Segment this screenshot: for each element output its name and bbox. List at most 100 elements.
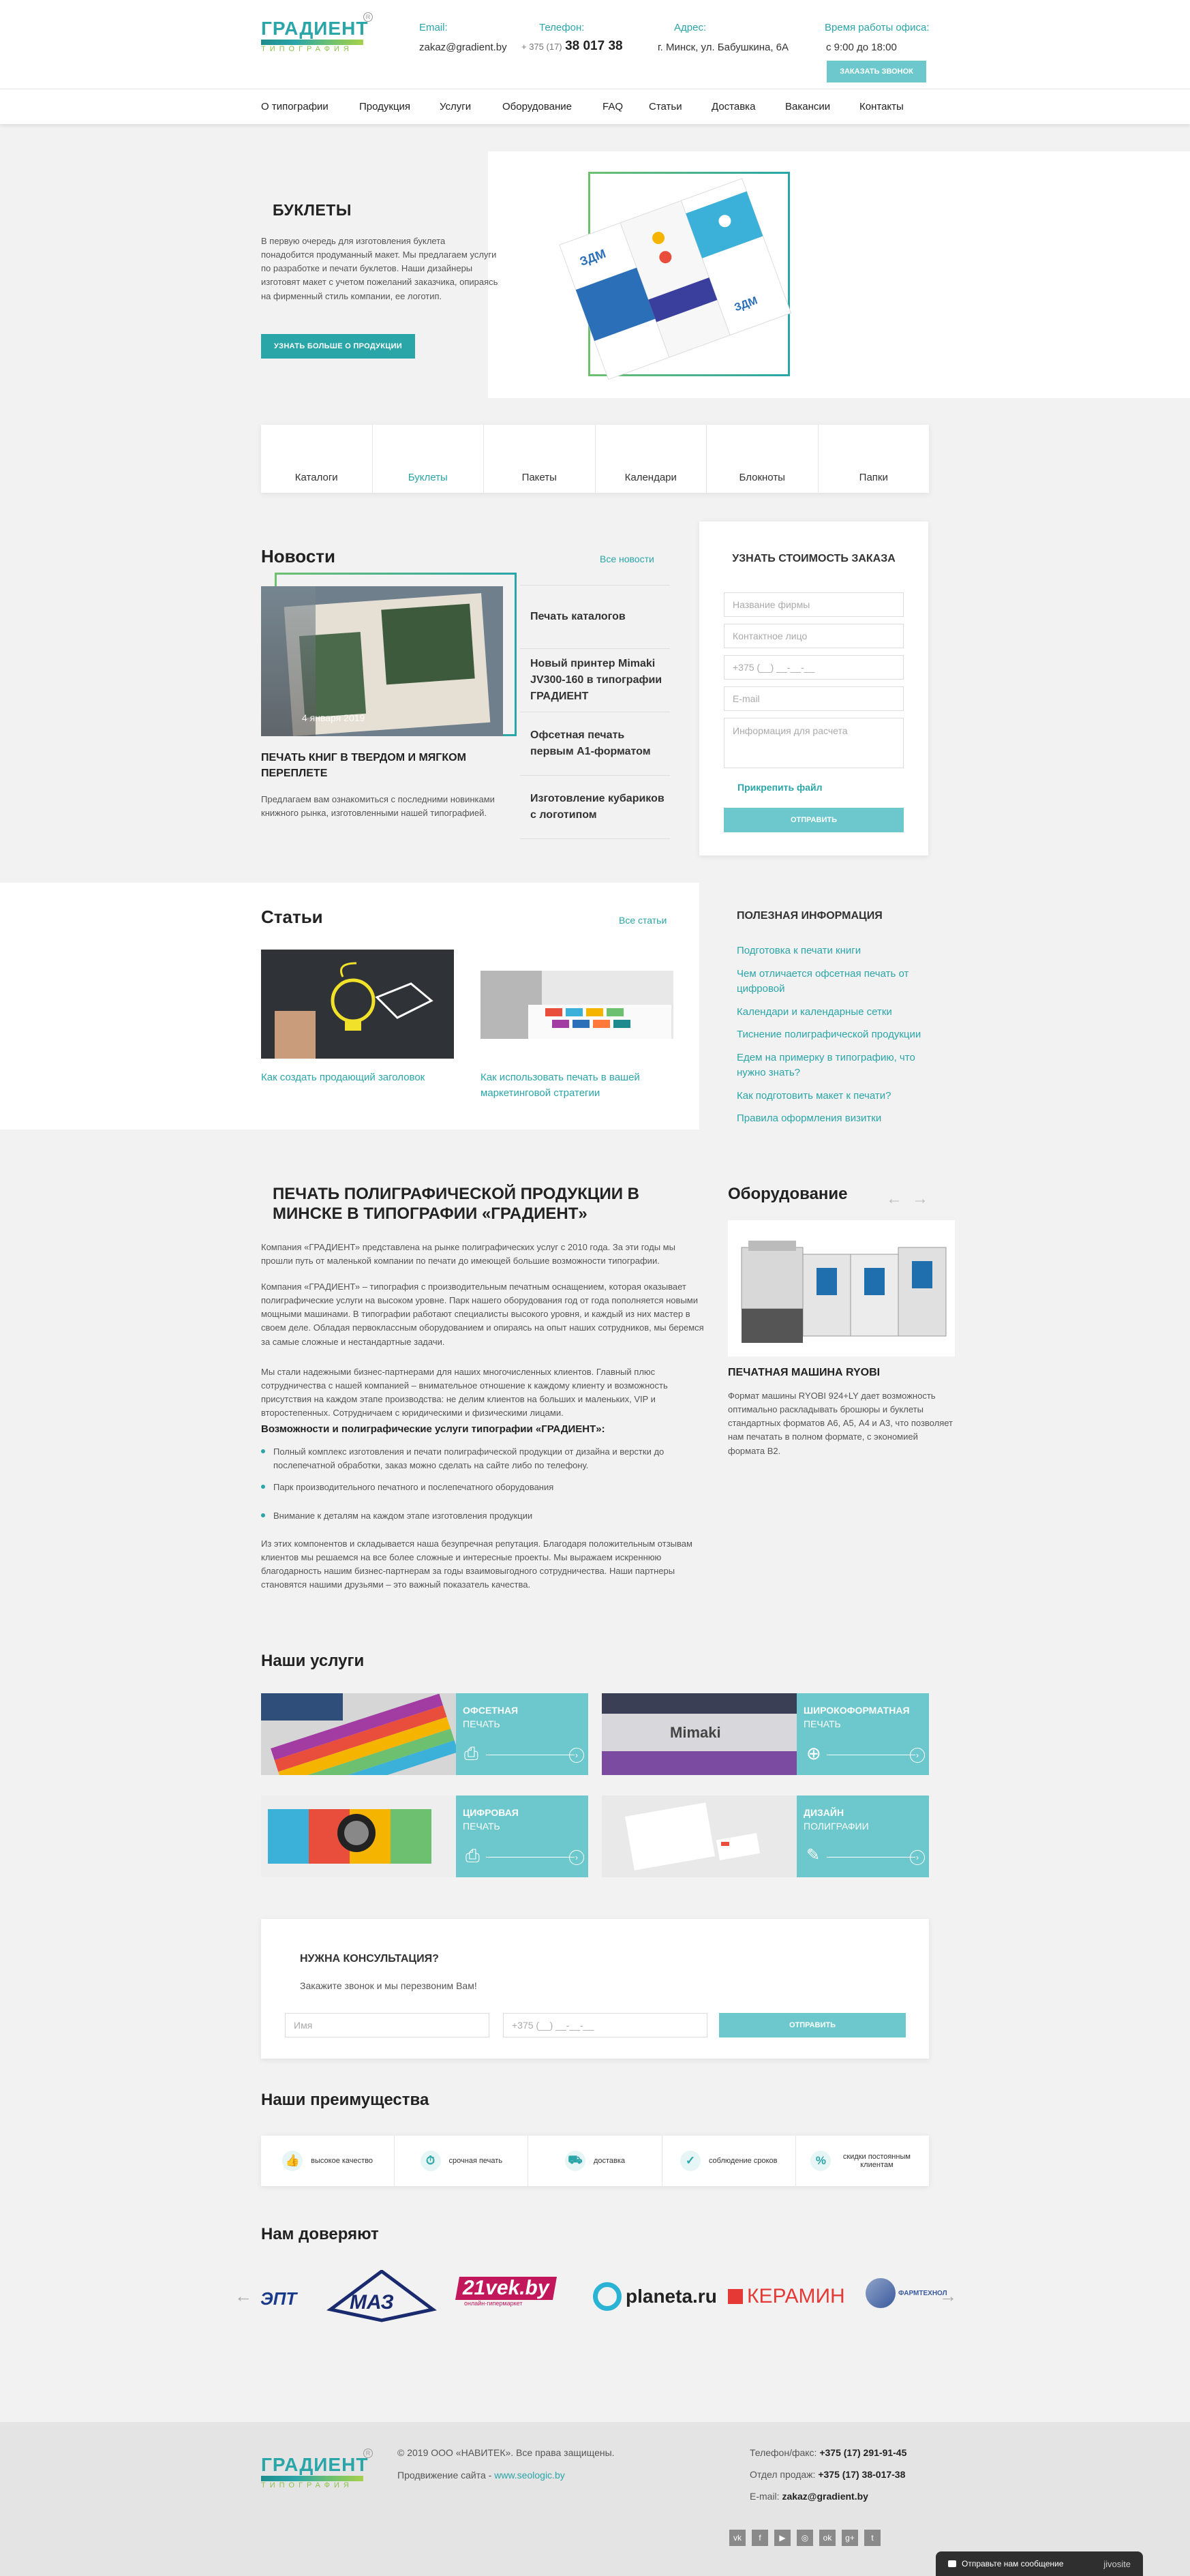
service-card-design[interactable]: ДИЗАЙН ПОЛИГРАФИИ ✎ › xyxy=(602,1795,929,1877)
equipment-machine-text: Формат машины RYOBI 924+LY дает возможно… xyxy=(728,1391,953,1456)
service-card-offset[interactable]: ОФСЕТНАЯ ПЕЧАТЬ ⎙ › xyxy=(261,1693,588,1775)
article-link[interactable]: Как использовать печать в вашей маркетин… xyxy=(480,1070,678,1101)
tab-booklets[interactable]: Буклеты xyxy=(373,425,484,493)
nav-item-articles[interactable]: Статьи xyxy=(649,101,682,112)
articles-title: Статьи xyxy=(261,907,323,927)
consult-name-field[interactable]: Имя xyxy=(285,2013,489,2037)
article-image-headline[interactable] xyxy=(261,950,454,1059)
tab-calendars[interactable]: Календари xyxy=(596,425,707,493)
footer-email: E-mail: zakaz@gradient.by xyxy=(750,2491,868,2502)
lightbulb-illustration xyxy=(261,950,454,1059)
useful-info-link[interactable]: Календари и календарные сетки xyxy=(737,1005,934,1020)
all-news-link[interactable]: Все новости xyxy=(600,554,654,564)
quote-submit-button[interactable]: ОТПРАВИТЬ xyxy=(724,808,904,832)
featured-news-image[interactable]: 4 января 2019 xyxy=(261,586,503,736)
nav-item-vacancies[interactable]: Вакансии xyxy=(785,101,830,112)
news-item[interactable]: Изготовление кубариков с логотипом xyxy=(520,776,670,838)
logo-planeta[interactable]: planeta.ru xyxy=(593,2282,717,2311)
tab-catalogs[interactable]: Каталоги xyxy=(261,425,373,493)
logo-keramin[interactable]: КЕРАМИН xyxy=(728,2285,845,2308)
footer-phonefax: Телефон/факс: +375 (17) 291-91-45 xyxy=(750,2447,907,2458)
useful-info-link[interactable]: Подготовка к печати книги xyxy=(737,943,934,959)
check-circle-icon: ✓ xyxy=(680,2151,701,2171)
news-item[interactable]: Офсетная печать первым А1-форматом xyxy=(520,712,670,775)
consult-submit-button[interactable]: ОТПРАВИТЬ xyxy=(719,2013,906,2037)
instagram-icon[interactable]: ◎ xyxy=(797,2530,813,2546)
design-tools-icon: ✎ xyxy=(806,1846,821,1864)
nav-item-about[interactable]: О типографии xyxy=(261,101,329,112)
footer-logo[interactable]: ГРАДИЕНТ ТИПОГРАФИЯ R xyxy=(261,2449,373,2489)
email-link[interactable]: zakaz@gradient.by xyxy=(419,42,507,53)
equipment-image[interactable] xyxy=(728,1220,955,1357)
offset-printing-image xyxy=(261,1693,456,1775)
header-hours: Время работы офиса: с 9:00 до 18:00 xyxy=(825,22,930,53)
company-field[interactable]: Название фирмы xyxy=(724,592,904,617)
useful-info-link[interactable]: Едем на примерку в типографию, что нужно… xyxy=(737,1050,934,1081)
useful-info-link[interactable]: Тиснение полиграфической продукции xyxy=(737,1027,934,1043)
useful-info-link[interactable]: Как подготовить макет к печати? xyxy=(737,1089,934,1104)
logo-farmtehnol[interactable]: ФАРМТЕХНОЛ xyxy=(866,2278,947,2308)
vk-icon[interactable]: vk xyxy=(729,2530,746,2546)
arrow-left-icon[interactable]: ← xyxy=(886,1189,902,1209)
service-card-digital[interactable]: ЦИФРОВАЯ ПЕЧАТЬ ⎙ › xyxy=(261,1795,588,1877)
odnoklassniki-icon[interactable]: ok xyxy=(819,2530,836,2546)
nav-item-contacts[interactable]: Контакты xyxy=(859,101,904,112)
featured-news-date: 4 января 2019 xyxy=(302,712,365,723)
about-paragraph: Компания «ГРАДИЕНТ» представлена на рынк… xyxy=(261,1242,675,1267)
article-link[interactable]: Как создать продающий заголовок xyxy=(261,1072,425,1083)
nav-item-equipment[interactable]: Оборудование xyxy=(502,101,572,112)
advantages-title: Наши преимущества xyxy=(261,2091,429,2109)
youtube-icon[interactable]: ▶ xyxy=(774,2530,791,2546)
news-item[interactable]: Печать каталогов xyxy=(520,586,670,648)
consultation-box: НУЖНА КОНСУЛЬТАЦИЯ? Закажите звонок и мы… xyxy=(261,1919,929,2059)
chat-widget[interactable]: Отправьте нам сообщение jivosite xyxy=(936,2551,1143,2576)
about-bullets: Полный комплекс изготовления и печати по… xyxy=(261,1445,707,1524)
promo-link[interactable]: www.seologic.by xyxy=(494,2470,565,2481)
logo-21vek[interactable]: 21vek.by онлайн-гипермаркет xyxy=(455,2277,575,2312)
email-field[interactable]: E-mail xyxy=(724,686,904,711)
hero-text: В первую очередь для изготовления буклет… xyxy=(261,236,498,301)
phone-field[interactable]: +375 (__) __-__-__ xyxy=(724,655,904,680)
nav-item-delivery[interactable]: Доставка xyxy=(712,101,755,112)
advantage-item: % скидки постоянным клиентам xyxy=(796,2136,929,2186)
useful-info-link[interactable]: Правила оформления визитки xyxy=(737,1111,934,1127)
featured-news-title[interactable]: ПЕЧАТЬ КНИГ В ТВЕРДОМ И МЯГКОМ ПЕРЕПЛЕТЕ xyxy=(261,750,493,781)
service-card-wide-format[interactable]: Mimaki ШИРОКОФОРМАТНАЯ ПЕЧАТЬ ⊕ › xyxy=(602,1693,929,1775)
logo-gradient-bar xyxy=(261,2476,363,2481)
article-image-marketing[interactable] xyxy=(480,971,673,1039)
service-label: ЦИФРОВАЯ ПЕЧАТЬ xyxy=(463,1807,519,1832)
tab-packages[interactable]: Пакеты xyxy=(484,425,596,493)
all-articles-link[interactable]: Все статьи xyxy=(619,915,667,926)
svg-text:Mimaki: Mimaki xyxy=(670,1724,721,1741)
delivery-truck-icon: ⛟ xyxy=(564,2151,585,2171)
tab-notebooks[interactable]: Блокноты xyxy=(707,425,819,493)
google-plus-icon[interactable]: g+ xyxy=(842,2530,858,2546)
contact-field[interactable]: Контактное лицо xyxy=(724,624,904,648)
phone-link[interactable]: + 375 (17) 38 017 38 xyxy=(521,39,623,54)
printing-machine-illustration xyxy=(741,1241,947,1343)
advantage-item: ✓ соблюдение сроков xyxy=(662,2136,796,2186)
nav-item-faq[interactable]: FAQ xyxy=(602,101,623,112)
news-item[interactable]: Новый принтер Mimaki JV300-160 в типогра… xyxy=(520,649,670,712)
consult-phone-field[interactable]: +375 (__) __-__-__ xyxy=(503,2013,707,2037)
nav-item-services[interactable]: Услуги xyxy=(440,101,471,112)
logo[interactable]: ГРАДИЕНТ ТИПОГРАФИЯ R xyxy=(261,12,373,53)
useful-info-title: ПОЛЕЗНАЯ ИНФОРМАЦИЯ xyxy=(737,910,883,922)
tab-folders[interactable]: Папки xyxy=(819,425,930,493)
logo-maz[interactable]: МАЗ xyxy=(324,2269,440,2323)
consult-title: НУЖНА КОНСУЛЬТАЦИЯ? xyxy=(300,1953,439,1965)
learn-more-button[interactable]: УЗНАТЬ БОЛЬШЕ О ПРОДУКЦИИ xyxy=(261,334,415,359)
useful-info-link[interactable]: Чем отличается офсетная печать от цифров… xyxy=(737,967,934,997)
arrow-circle-icon: › xyxy=(910,1748,925,1763)
logo-ept[interactable]: ЭПТ xyxy=(260,2288,296,2309)
info-textarea[interactable]: Информация для расчета xyxy=(724,718,904,768)
carousel-prev-icon[interactable]: ← xyxy=(234,2286,252,2307)
attach-file-link[interactable]: Прикрепить файл xyxy=(737,782,823,793)
facebook-icon[interactable]: f xyxy=(752,2530,768,2546)
about-paragraph: Из этих компонентов и складывается наша … xyxy=(261,1539,692,1590)
arrow-right-icon[interactable]: → xyxy=(912,1189,928,1209)
advantage-item: 👍 высокое качество xyxy=(261,2136,395,2186)
twitter-icon[interactable]: t xyxy=(864,2530,881,2546)
callback-button[interactable]: ЗАКАЗАТЬ ЗВОНОК xyxy=(827,61,926,82)
nav-item-products[interactable]: Продукция xyxy=(359,101,410,112)
